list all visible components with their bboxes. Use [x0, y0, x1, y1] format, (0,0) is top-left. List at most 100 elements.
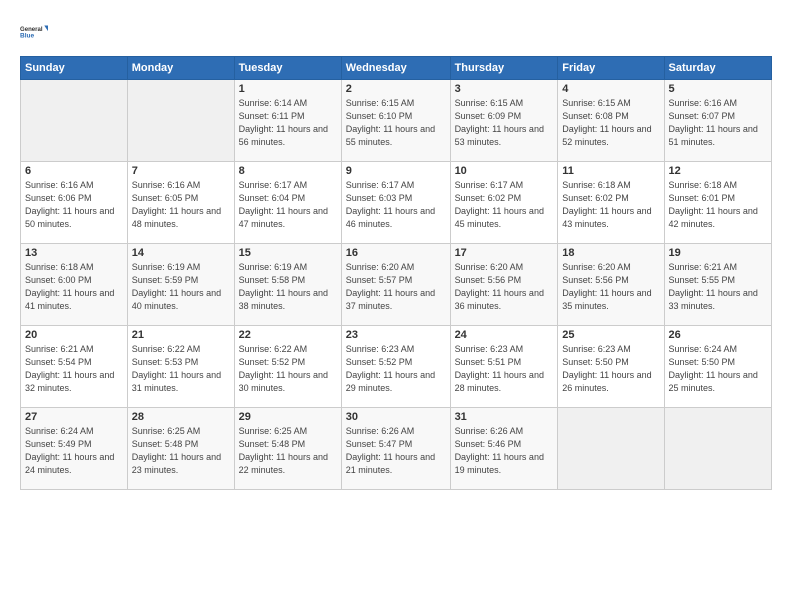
day-info: Sunrise: 6:16 AMSunset: 6:05 PMDaylight:… — [132, 179, 230, 231]
day-cell: 1 Sunrise: 6:14 AMSunset: 6:11 PMDaylight… — [234, 80, 341, 162]
day-cell: 9 Sunrise: 6:17 AMSunset: 6:03 PMDaylight… — [341, 162, 450, 244]
day-number: 24 — [455, 329, 554, 341]
logo-icon: General Blue — [20, 18, 48, 46]
week-row-1: 1 Sunrise: 6:14 AMSunset: 6:11 PMDaylight… — [21, 80, 772, 162]
day-number: 6 — [25, 165, 123, 177]
week-row-2: 6 Sunrise: 6:16 AMSunset: 6:06 PMDaylight… — [21, 162, 772, 244]
day-number: 20 — [25, 329, 123, 341]
day-cell: 27Sunrise: 6:24 AMSunset: 5:49 PMDayligh… — [21, 408, 128, 490]
day-info: Sunrise: 6:14 AMSunset: 6:11 PMDaylight:… — [239, 97, 337, 149]
day-cell: 19 Sunrise: 6:21 AMSunset: 5:55 PMDayligh… — [664, 244, 771, 326]
day-info: Sunrise: 6:22 AMSunset: 5:53 PMDaylight:… — [132, 343, 230, 395]
day-cell: 14 Sunrise: 6:19 AMSunset: 5:59 PMDayligh… — [127, 244, 234, 326]
day-info: Sunrise: 6:15 AMSunset: 6:09 PMDaylight:… — [455, 97, 554, 149]
day-number: 2 — [346, 83, 446, 95]
day-cell: 22 Sunrise: 6:22 AMSunset: 5:52 PMDayligh… — [234, 326, 341, 408]
day-info: Sunrise: 6:20 AMSunset: 5:56 PMDaylight:… — [455, 261, 554, 313]
day-info: Sunrise: 6:24 AMSunset: 5:50 PMDaylight:… — [669, 343, 767, 395]
weekday-header-friday: Friday — [558, 57, 664, 80]
day-info: Sunrise: 6:25 AMSunset: 5:48 PMDaylight:… — [239, 425, 337, 477]
day-cell — [664, 408, 771, 490]
day-number: 1 — [239, 83, 337, 95]
day-number: 29 — [239, 411, 337, 423]
day-info: Sunrise: 6:17 AMSunset: 6:03 PMDaylight:… — [346, 179, 446, 231]
day-cell: 10Sunrise: 6:17 AMSunset: 6:02 PMDayligh… — [450, 162, 558, 244]
day-info: Sunrise: 6:18 AMSunset: 6:00 PMDaylight:… — [25, 261, 123, 313]
day-number: 13 — [25, 247, 123, 259]
day-cell — [21, 80, 128, 162]
day-info: Sunrise: 6:26 AMSunset: 5:47 PMDaylight:… — [346, 425, 446, 477]
calendar-page: General Blue SundayMondayTuesdayWednesda… — [0, 0, 792, 612]
day-number: 5 — [669, 83, 767, 95]
day-number: 10 — [455, 165, 554, 177]
calendar-table: SundayMondayTuesdayWednesdayThursdayFrid… — [20, 56, 772, 490]
day-info: Sunrise: 6:20 AMSunset: 5:57 PMDaylight:… — [346, 261, 446, 313]
day-info: Sunrise: 6:23 AMSunset: 5:51 PMDaylight:… — [455, 343, 554, 395]
day-number: 4 — [562, 83, 659, 95]
weekday-header-thursday: Thursday — [450, 57, 558, 80]
day-number: 21 — [132, 329, 230, 341]
day-cell: 15Sunrise: 6:19 AMSunset: 5:58 PMDayligh… — [234, 244, 341, 326]
day-cell: 12 Sunrise: 6:18 AMSunset: 6:01 PMDayligh… — [664, 162, 771, 244]
day-info: Sunrise: 6:15 AMSunset: 6:08 PMDaylight:… — [562, 97, 659, 149]
day-cell: 2Sunrise: 6:15 AMSunset: 6:10 PMDaylight… — [341, 80, 450, 162]
day-info: Sunrise: 6:17 AMSunset: 6:04 PMDaylight:… — [239, 179, 337, 231]
day-number: 19 — [669, 247, 767, 259]
weekday-header-monday: Monday — [127, 57, 234, 80]
header: General Blue — [20, 18, 772, 46]
day-cell: 31 Sunrise: 6:26 AMSunset: 5:46 PMDayligh… — [450, 408, 558, 490]
weekday-header-wednesday: Wednesday — [341, 57, 450, 80]
day-info: Sunrise: 6:21 AMSunset: 5:55 PMDaylight:… — [669, 261, 767, 313]
day-number: 8 — [239, 165, 337, 177]
day-info: Sunrise: 6:21 AMSunset: 5:54 PMDaylight:… — [25, 343, 123, 395]
day-number: 22 — [239, 329, 337, 341]
day-number: 16 — [346, 247, 446, 259]
weekday-header-sunday: Sunday — [21, 57, 128, 80]
day-info: Sunrise: 6:18 AMSunset: 6:02 PMDaylight:… — [562, 179, 659, 231]
day-info: Sunrise: 6:18 AMSunset: 6:01 PMDaylight:… — [669, 179, 767, 231]
day-number: 14 — [132, 247, 230, 259]
day-cell: 18Sunrise: 6:20 AMSunset: 5:56 PMDayligh… — [558, 244, 664, 326]
day-cell: 6 Sunrise: 6:16 AMSunset: 6:06 PMDaylight… — [21, 162, 128, 244]
day-cell: 23Sunrise: 6:23 AMSunset: 5:52 PMDayligh… — [341, 326, 450, 408]
day-number: 25 — [562, 329, 659, 341]
day-info: Sunrise: 6:23 AMSunset: 5:50 PMDaylight:… — [562, 343, 659, 395]
day-number: 30 — [346, 411, 446, 423]
day-cell: 5Sunrise: 6:16 AMSunset: 6:07 PMDaylight… — [664, 80, 771, 162]
weekday-header-row: SundayMondayTuesdayWednesdayThursdayFrid… — [21, 57, 772, 80]
day-cell: 17 Sunrise: 6:20 AMSunset: 5:56 PMDayligh… — [450, 244, 558, 326]
day-number: 31 — [455, 411, 554, 423]
day-info: Sunrise: 6:19 AMSunset: 5:59 PMDaylight:… — [132, 261, 230, 313]
day-info: Sunrise: 6:16 AMSunset: 6:06 PMDaylight:… — [25, 179, 123, 231]
day-number: 9 — [346, 165, 446, 177]
day-cell — [127, 80, 234, 162]
day-info: Sunrise: 6:26 AMSunset: 5:46 PMDaylight:… — [455, 425, 554, 477]
day-info: Sunrise: 6:20 AMSunset: 5:56 PMDaylight:… — [562, 261, 659, 313]
day-cell: 29 Sunrise: 6:25 AMSunset: 5:48 PMDayligh… — [234, 408, 341, 490]
week-row-5: 27Sunrise: 6:24 AMSunset: 5:49 PMDayligh… — [21, 408, 772, 490]
day-cell: 21 Sunrise: 6:22 AMSunset: 5:53 PMDayligh… — [127, 326, 234, 408]
day-cell: 16 Sunrise: 6:20 AMSunset: 5:57 PMDayligh… — [341, 244, 450, 326]
day-info: Sunrise: 6:23 AMSunset: 5:52 PMDaylight:… — [346, 343, 446, 395]
svg-text:Blue: Blue — [20, 33, 34, 40]
week-row-4: 20 Sunrise: 6:21 AMSunset: 5:54 PMDayligh… — [21, 326, 772, 408]
day-cell: 26 Sunrise: 6:24 AMSunset: 5:50 PMDayligh… — [664, 326, 771, 408]
day-info: Sunrise: 6:22 AMSunset: 5:52 PMDaylight:… — [239, 343, 337, 395]
day-number: 11 — [562, 165, 659, 177]
day-number: 17 — [455, 247, 554, 259]
weekday-header-saturday: Saturday — [664, 57, 771, 80]
day-number: 12 — [669, 165, 767, 177]
day-number: 7 — [132, 165, 230, 177]
day-cell: 11 Sunrise: 6:18 AMSunset: 6:02 PMDayligh… — [558, 162, 664, 244]
day-cell: 7 Sunrise: 6:16 AMSunset: 6:05 PMDaylight… — [127, 162, 234, 244]
day-cell: 30 Sunrise: 6:26 AMSunset: 5:47 PMDayligh… — [341, 408, 450, 490]
day-cell: 8 Sunrise: 6:17 AMSunset: 6:04 PMDaylight… — [234, 162, 341, 244]
day-number: 26 — [669, 329, 767, 341]
logo: General Blue — [20, 18, 48, 46]
day-cell: 28Sunrise: 6:25 AMSunset: 5:48 PMDayligh… — [127, 408, 234, 490]
day-number: 28 — [132, 411, 230, 423]
day-cell — [558, 408, 664, 490]
week-row-3: 13 Sunrise: 6:18 AMSunset: 6:00 PMDayligh… — [21, 244, 772, 326]
day-number: 27 — [25, 411, 123, 423]
day-cell: 25 Sunrise: 6:23 AMSunset: 5:50 PMDayligh… — [558, 326, 664, 408]
